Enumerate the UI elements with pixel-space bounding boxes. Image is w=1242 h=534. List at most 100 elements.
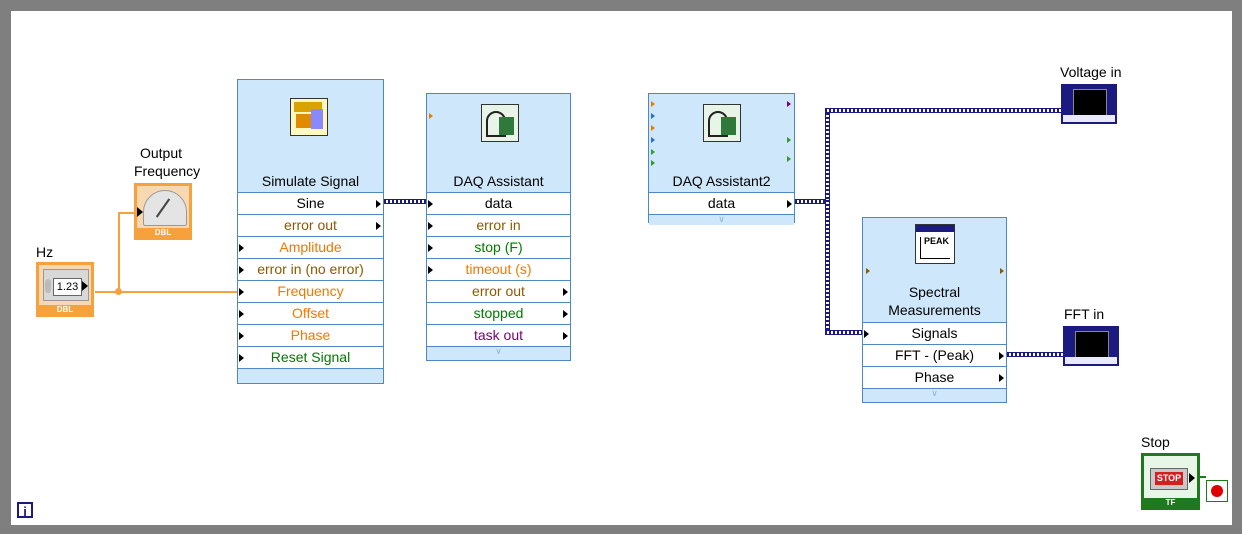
port-data[interactable]: data [427, 192, 570, 214]
terminal-icon [651, 160, 655, 166]
loop-condition-icon[interactable] [1206, 480, 1228, 502]
port-label: error out [284, 217, 337, 233]
voltage-in-label: Voltage in [1060, 64, 1122, 80]
stop-button[interactable]: STOP [1150, 468, 1188, 490]
port-label: data [707, 195, 736, 211]
port-label: data [484, 195, 513, 211]
node-resize-footer[interactable]: ∨ [427, 346, 570, 357]
terminal-icon [787, 156, 791, 162]
terminal-icon [787, 137, 791, 143]
port-label: Frequency [277, 283, 344, 299]
hz-label: Hz [36, 244, 54, 260]
port-label: Amplitude [279, 239, 342, 255]
simulate-signal-title: Simulate Signal [261, 173, 360, 189]
numeric-increment-icon[interactable] [45, 279, 51, 293]
port-offset[interactable]: Offset [238, 302, 383, 324]
fft-in-label: FFT in [1064, 306, 1105, 322]
port-label: Signals [911, 325, 958, 341]
terminal-icon [866, 268, 870, 274]
wire-to-signals[interactable] [825, 330, 863, 335]
terminal-icon [651, 137, 655, 143]
terminal-icon [787, 101, 791, 107]
port-label: error in (no error) [257, 261, 364, 277]
port-phase[interactable]: Phase [863, 366, 1006, 388]
terminal-icon [651, 149, 655, 155]
output-frequency-type-badge: DBL [137, 228, 189, 237]
port-label: FFT - (Peak) [894, 347, 975, 363]
output-frequency-indicator[interactable]: DBL [134, 183, 192, 240]
port-timeout[interactable]: timeout (s) [427, 258, 570, 280]
port-label: Phase [290, 327, 331, 343]
port-fft-peak[interactable]: FFT - (Peak) [863, 344, 1006, 366]
simulate-signal-node[interactable]: Simulate Signal Sine error out Amplitude… [237, 79, 384, 384]
terminal-icon [651, 125, 655, 131]
node-resize-footer[interactable]: ∨ [863, 388, 1006, 399]
output-frequency-label-line2: Frequency [134, 163, 201, 179]
port-label: task out [473, 327, 524, 343]
port-phase[interactable]: Phase [238, 324, 383, 346]
stop-label: Stop [1141, 434, 1170, 450]
port-stop[interactable]: stop (F) [427, 236, 570, 258]
spectral-measurements-icon: PEAK [915, 224, 955, 264]
stop-button-terminal[interactable]: STOP TF [1141, 453, 1200, 510]
port-error-out[interactable]: error out [238, 214, 383, 236]
node-resize-footer[interactable]: ∨ [649, 214, 794, 225]
port-sine[interactable]: Sine [238, 192, 383, 214]
port-label: Reset Signal [270, 349, 351, 365]
hz-control-terminal[interactable]: 1.23 DBL [36, 262, 94, 317]
port-label: Phase [914, 369, 955, 385]
port-label: stop (F) [474, 239, 523, 255]
stop-type-badge: TF [1144, 498, 1197, 507]
info-icon[interactable]: i [17, 502, 33, 519]
output-arrow-icon [82, 281, 88, 291]
output-frequency-label-line1: Output [139, 145, 183, 161]
port-label: error in [476, 217, 521, 233]
port-frequency[interactable]: Frequency [238, 280, 383, 302]
wire-daq2-down[interactable] [825, 200, 830, 334]
port-label: error out [472, 283, 525, 299]
daq-assistant-node[interactable]: DAQ Assistant data error in stop (F) tim… [426, 93, 571, 361]
wire-sine-to-daq[interactable] [384, 199, 426, 204]
hz-type-badge: DBL [39, 305, 91, 314]
gauge-icon [143, 190, 187, 226]
terminal-icon [651, 101, 655, 107]
terminal-icon [1000, 268, 1004, 274]
port-error-in[interactable]: error in [427, 214, 570, 236]
wire-to-voltage-in[interactable] [825, 108, 1061, 113]
simulate-signal-icon [290, 98, 328, 136]
spectral-measurements-node[interactable]: PEAK Spectral Measurements Signals FFT -… [862, 217, 1007, 403]
voltage-in-graph-indicator[interactable] [1061, 84, 1117, 124]
wire-junction-dot [115, 288, 122, 295]
port-error-out[interactable]: error out [427, 280, 570, 302]
port-label: timeout (s) [465, 261, 532, 277]
spectral-title-line1: Spectral [908, 284, 961, 300]
waveform-graph-icon [1073, 89, 1107, 117]
wire-fft-to-graph[interactable] [1007, 352, 1063, 357]
port-stopped[interactable]: stopped [427, 302, 570, 324]
block-diagram-canvas [11, 11, 1232, 525]
fft-in-graph-indicator[interactable] [1063, 326, 1119, 366]
wire-stop-to-condition[interactable] [1200, 476, 1206, 478]
error-terminal-icon [429, 113, 433, 119]
wire-daq2-up[interactable] [825, 111, 830, 203]
waveform-graph-icon [1075, 331, 1109, 359]
spectral-title-line2: Measurements [888, 302, 981, 318]
port-label: Sine [296, 195, 325, 211]
daq-assistant2-node[interactable]: DAQ Assistant2 data ∨ [648, 93, 795, 225]
port-label: Offset [291, 305, 330, 321]
port-signals[interactable]: Signals [863, 322, 1006, 344]
wire-daq2-data-out[interactable] [795, 199, 829, 204]
daq-assistant2-title: DAQ Assistant2 [672, 173, 771, 189]
terminal-icon [651, 113, 655, 119]
wire-hz-to-gauge-v[interactable] [118, 212, 120, 293]
daq-assistant2-icon [703, 104, 741, 142]
port-reset-signal[interactable]: Reset Signal [238, 346, 383, 368]
port-error-in[interactable]: error in (no error) [238, 258, 383, 280]
input-arrow-icon [137, 207, 143, 217]
node-resize-footer[interactable] [238, 368, 383, 379]
stop-button-text: STOP [1155, 472, 1183, 485]
hz-value[interactable]: 1.23 [53, 278, 82, 296]
port-data[interactable]: data [649, 192, 794, 214]
port-amplitude[interactable]: Amplitude [238, 236, 383, 258]
port-task-out[interactable]: task out [427, 324, 570, 346]
